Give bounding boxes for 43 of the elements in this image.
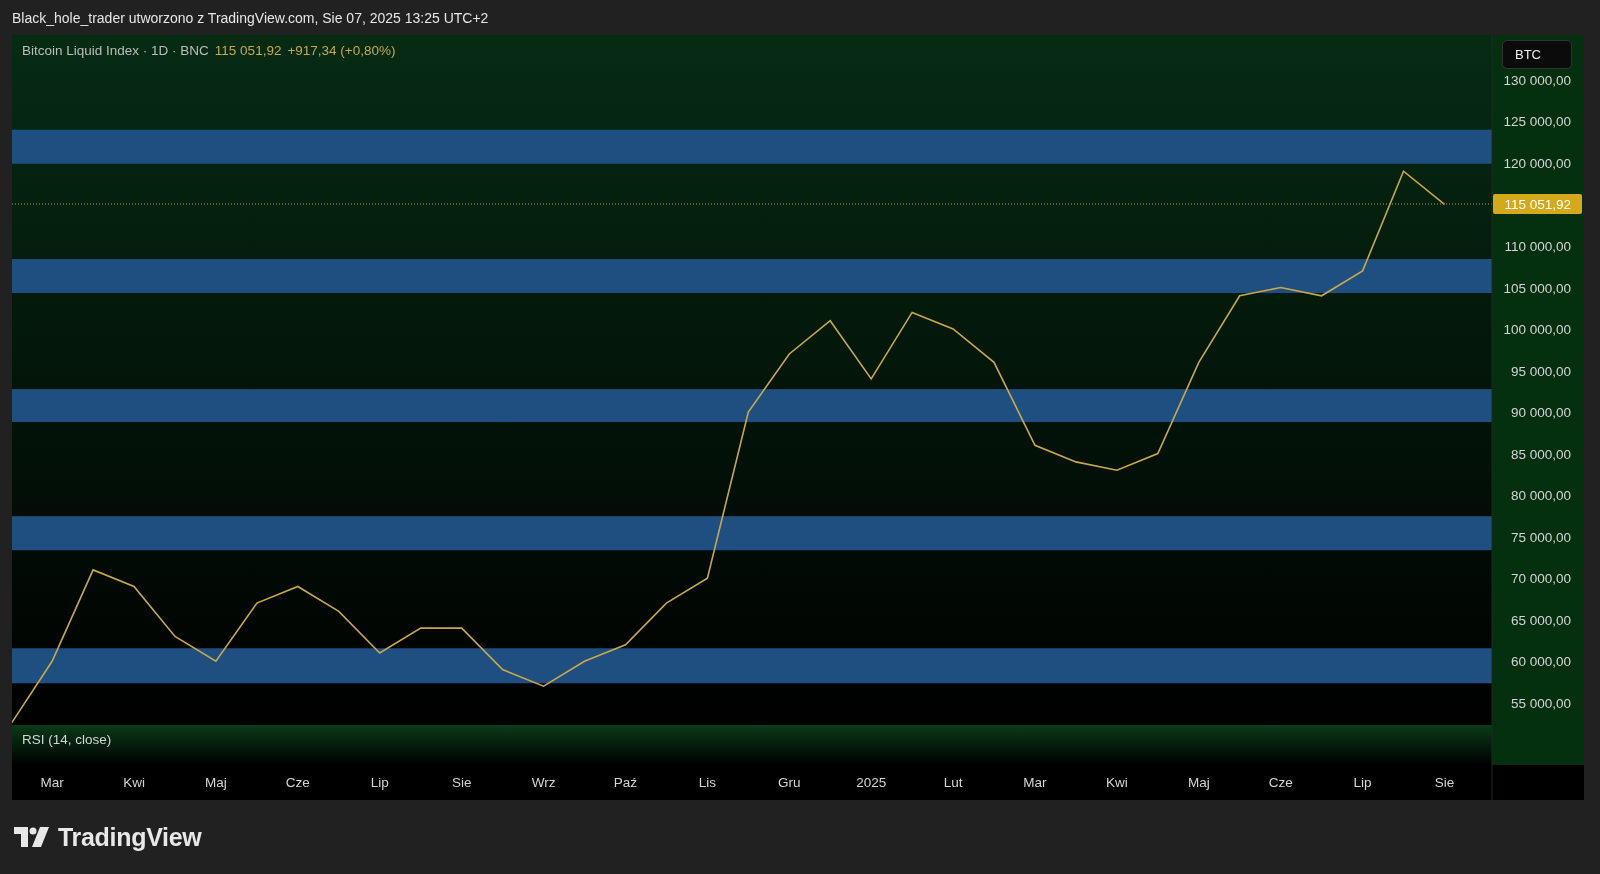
- axis-label: Mar: [1023, 775, 1047, 790]
- symbol-title: Bitcoin Liquid Index · 1D · BNC: [22, 43, 209, 58]
- currency-label[interactable]: BTC: [1502, 40, 1572, 69]
- brand-name: TradingView: [58, 822, 202, 852]
- axis-label: 105 000,00: [1503, 280, 1571, 296]
- axis-label: Lut: [943, 775, 963, 790]
- axis-label: 55 000,00: [1510, 695, 1571, 711]
- axis-label: Wrz: [531, 775, 556, 790]
- ref-line-label: 115 051,92: [1504, 197, 1571, 213]
- axis-label: Cze: [1268, 775, 1293, 790]
- axis-label: 2025: [856, 775, 887, 790]
- axis-label: Lis: [698, 775, 716, 790]
- axis-label: Lip: [370, 775, 389, 790]
- logo-icon: [14, 827, 50, 847]
- axis-label: 125 000,00: [1503, 114, 1571, 130]
- axis-label: 90 000,00: [1510, 405, 1571, 421]
- axis-label: 75 000,00: [1510, 529, 1571, 545]
- price-tag: 115 051,92: [1493, 194, 1582, 214]
- axis-label: 65 000,00: [1510, 612, 1571, 628]
- axis-label: Kwi: [1106, 775, 1128, 790]
- axis-label: 120 000,00: [1503, 155, 1571, 171]
- axis-label: Gru: [778, 775, 801, 790]
- axis-label: 85 000,00: [1510, 446, 1571, 462]
- axis-label: Maj: [1187, 775, 1210, 790]
- axis-label: Sie: [1434, 775, 1455, 790]
- axis-label: Sie: [451, 775, 472, 790]
- axis-label: Mar: [40, 775, 64, 790]
- axis-label: 70 000,00: [1510, 571, 1571, 587]
- axis-label: Maj: [205, 775, 227, 790]
- axis-label: 95 000,00: [1510, 363, 1571, 379]
- last-price: 115 051,92: [214, 43, 282, 58]
- axis-label: 80 000,00: [1510, 488, 1571, 504]
- axis-label: 110 000,00: [1504, 239, 1571, 254]
- axis-label: Kwi: [123, 775, 145, 790]
- axis-label: 100 000,00: [1503, 322, 1571, 338]
- axis-label: 130 000,00: [1503, 72, 1571, 88]
- snapshot-caption: Black_hole_trader utworzono z TradingView.com, Sie 07, 2025 13:25 UTC+2: [12, 9, 489, 26]
- axis-label: Lip: [1353, 775, 1372, 790]
- indicator-label: RSI (14, close): [22, 732, 112, 747]
- price-change: +917,34 (+0,80%): [287, 43, 396, 58]
- axis-label: Cze: [285, 775, 310, 790]
- axis-label: Paź: [613, 775, 638, 790]
- axis-label: 60 000,00: [1510, 654, 1571, 670]
